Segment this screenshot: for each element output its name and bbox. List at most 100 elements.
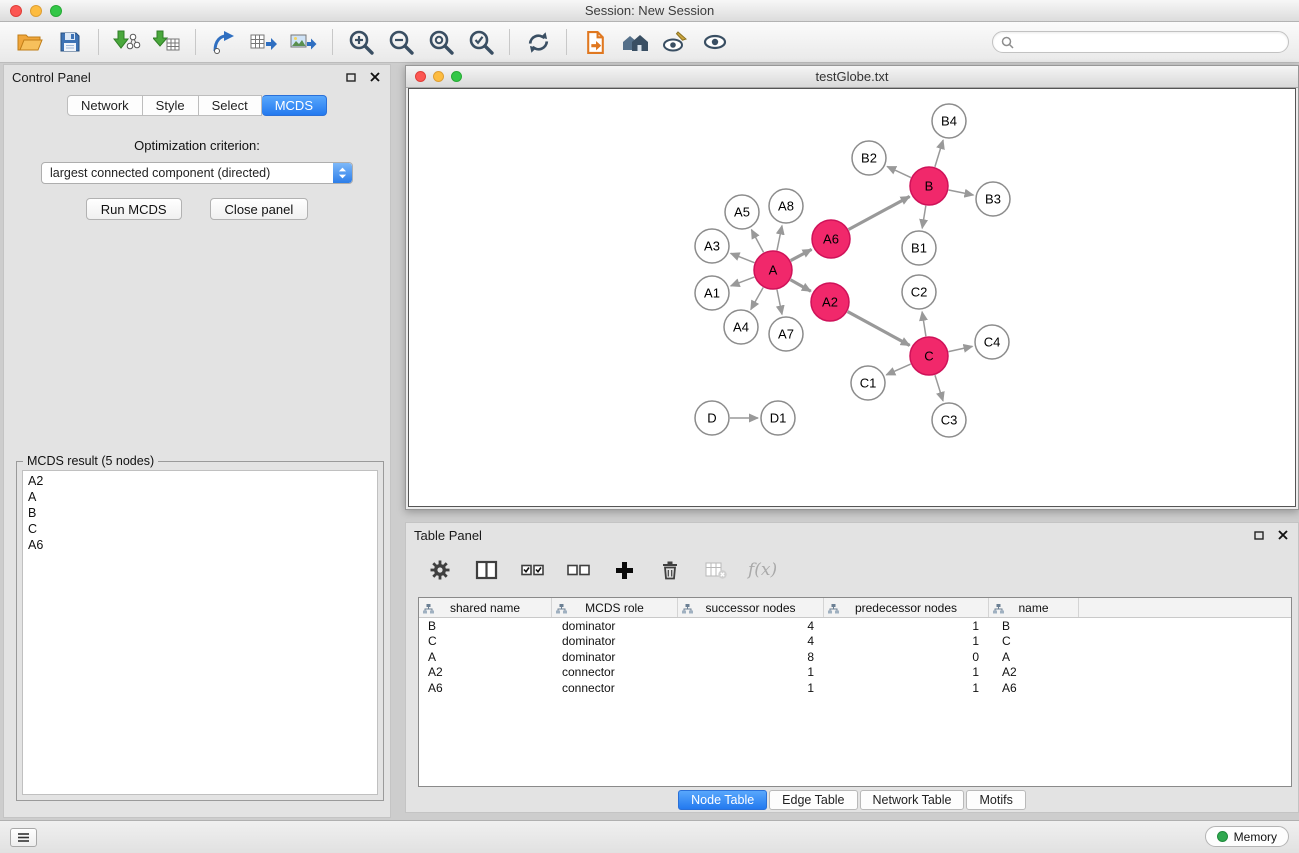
- zoom-in-button[interactable]: [341, 25, 381, 59]
- tab-edge-table[interactable]: Edge Table: [769, 790, 857, 810]
- import-table-button[interactable]: [147, 25, 187, 59]
- edge-A-A5[interactable]: [751, 230, 763, 253]
- table-row[interactable]: A6connector11A6: [419, 680, 1291, 696]
- node-A1[interactable]: A1: [695, 276, 729, 310]
- close-panel-button[interactable]: Close panel: [210, 198, 309, 220]
- import-network-button[interactable]: [107, 25, 147, 59]
- node-A8[interactable]: A8: [769, 189, 803, 223]
- column-header-name[interactable]: name: [989, 598, 1079, 617]
- search-box[interactable]: [992, 31, 1289, 53]
- edge-A-A1[interactable]: [731, 277, 755, 286]
- node-D[interactable]: D: [695, 401, 729, 435]
- optimization-criterion-select[interactable]: largest connected component (directed): [41, 162, 353, 184]
- column-header-predecessor-nodes[interactable]: predecessor nodes: [824, 598, 989, 617]
- float-table-panel-icon[interactable]: [1252, 528, 1266, 542]
- function-builder-button[interactable]: f(x): [748, 556, 777, 584]
- float-panel-icon[interactable]: [344, 70, 358, 84]
- save-session-button[interactable]: [50, 25, 90, 59]
- node-A7[interactable]: A7: [769, 317, 803, 351]
- network-canvas[interactable]: B4B2BB3A5A8A6B1A3AC2A1A2A4A7C4C1CC3DD1: [408, 88, 1296, 507]
- zoom-window-button[interactable]: [50, 5, 62, 17]
- export-network-button[interactable]: [204, 25, 244, 59]
- close-panel-icon[interactable]: [368, 70, 382, 84]
- edge-B-B3[interactable]: [949, 190, 974, 195]
- edge-B-B1[interactable]: [922, 206, 926, 229]
- edge-A-A6[interactable]: [791, 249, 812, 260]
- network-graph[interactable]: B4B2BB3A5A8A6B1A3AC2A1A2A4A7C4C1CC3DD1: [409, 89, 1297, 507]
- node-B[interactable]: B: [910, 167, 948, 205]
- column-header-successor-nodes[interactable]: successor nodes: [678, 598, 824, 617]
- node-C2[interactable]: C2: [902, 275, 936, 309]
- memory-button[interactable]: Memory: [1205, 826, 1289, 847]
- edge-A6-B[interactable]: [849, 196, 910, 229]
- edge-A-A8[interactable]: [777, 226, 782, 251]
- search-input[interactable]: [1019, 35, 1280, 49]
- select-all-button[interactable]: [518, 556, 546, 584]
- node-C4[interactable]: C4: [975, 325, 1009, 359]
- edge-C-C2[interactable]: [922, 312, 926, 336]
- task-history-button[interactable]: [10, 828, 37, 847]
- annotation-toggle-button[interactable]: [655, 25, 695, 59]
- run-mcds-button[interactable]: Run MCDS: [86, 198, 182, 220]
- close-window-button[interactable]: [10, 5, 22, 17]
- mcds-result-item[interactable]: A6: [28, 537, 372, 553]
- tab-network[interactable]: Network: [67, 95, 143, 116]
- zoom-fit-button[interactable]: [421, 25, 461, 59]
- home-browser-button[interactable]: [615, 25, 655, 59]
- mcds-result-item[interactable]: B: [28, 505, 372, 521]
- export-table-button[interactable]: [244, 25, 284, 59]
- edge-A-A7[interactable]: [777, 290, 782, 315]
- delete-row-button[interactable]: [656, 556, 684, 584]
- tab-style[interactable]: Style: [143, 95, 199, 116]
- tab-motifs[interactable]: Motifs: [966, 790, 1025, 810]
- split-panel-button[interactable]: [472, 556, 500, 584]
- node-C3[interactable]: C3: [932, 403, 966, 437]
- mcds-result-item[interactable]: A: [28, 489, 372, 505]
- open-session-button[interactable]: [10, 25, 50, 59]
- column-header-mcds-role[interactable]: MCDS role: [552, 598, 678, 617]
- zoom-view-button[interactable]: [451, 71, 462, 82]
- refresh-layout-button[interactable]: [518, 25, 558, 59]
- tab-network-table[interactable]: Network Table: [860, 790, 965, 810]
- mcds-result-item[interactable]: C: [28, 521, 372, 537]
- close-table-panel-icon[interactable]: [1276, 528, 1290, 542]
- node-A6[interactable]: A6: [812, 220, 850, 258]
- edge-C-C1[interactable]: [886, 364, 910, 375]
- show-graphics-button[interactable]: [695, 25, 735, 59]
- node-D1[interactable]: D1: [761, 401, 795, 435]
- table-row[interactable]: Adominator80A: [419, 649, 1291, 665]
- node-A2[interactable]: A2: [811, 283, 849, 321]
- document-export-button[interactable]: [575, 25, 615, 59]
- delete-table-button[interactable]: [702, 556, 730, 584]
- node-A[interactable]: A: [754, 251, 792, 289]
- edge-A-A2[interactable]: [790, 280, 810, 291]
- close-view-button[interactable]: [415, 71, 426, 82]
- table-row[interactable]: Bdominator41B: [419, 618, 1291, 634]
- table-settings-button[interactable]: [426, 556, 454, 584]
- node-B2[interactable]: B2: [852, 141, 886, 175]
- table-row[interactable]: A2connector11A2: [419, 665, 1291, 681]
- edge-C-C3[interactable]: [935, 375, 943, 401]
- zoom-out-button[interactable]: [381, 25, 421, 59]
- tab-select[interactable]: Select: [199, 95, 262, 116]
- mcds-result-item[interactable]: A2: [28, 473, 372, 489]
- deselect-all-button[interactable]: [564, 556, 592, 584]
- node-A5[interactable]: A5: [725, 195, 759, 229]
- minimize-window-button[interactable]: [30, 5, 42, 17]
- edge-A2-C[interactable]: [848, 312, 910, 346]
- edge-C-C4[interactable]: [949, 346, 973, 351]
- tab-mcds[interactable]: MCDS: [262, 95, 327, 116]
- node-A4[interactable]: A4: [724, 310, 758, 344]
- minimize-view-button[interactable]: [433, 71, 444, 82]
- edge-A-A4[interactable]: [751, 287, 763, 309]
- add-row-button[interactable]: [610, 556, 638, 584]
- edge-A-A3[interactable]: [731, 253, 755, 262]
- zoom-selected-button[interactable]: [461, 25, 501, 59]
- node-C1[interactable]: C1: [851, 366, 885, 400]
- node-B1[interactable]: B1: [902, 231, 936, 265]
- tab-node-table[interactable]: Node Table: [678, 790, 767, 810]
- column-header-shared-name[interactable]: shared name: [419, 598, 552, 617]
- edge-B-B2[interactable]: [887, 166, 911, 177]
- node-B3[interactable]: B3: [976, 182, 1010, 216]
- node-A3[interactable]: A3: [695, 229, 729, 263]
